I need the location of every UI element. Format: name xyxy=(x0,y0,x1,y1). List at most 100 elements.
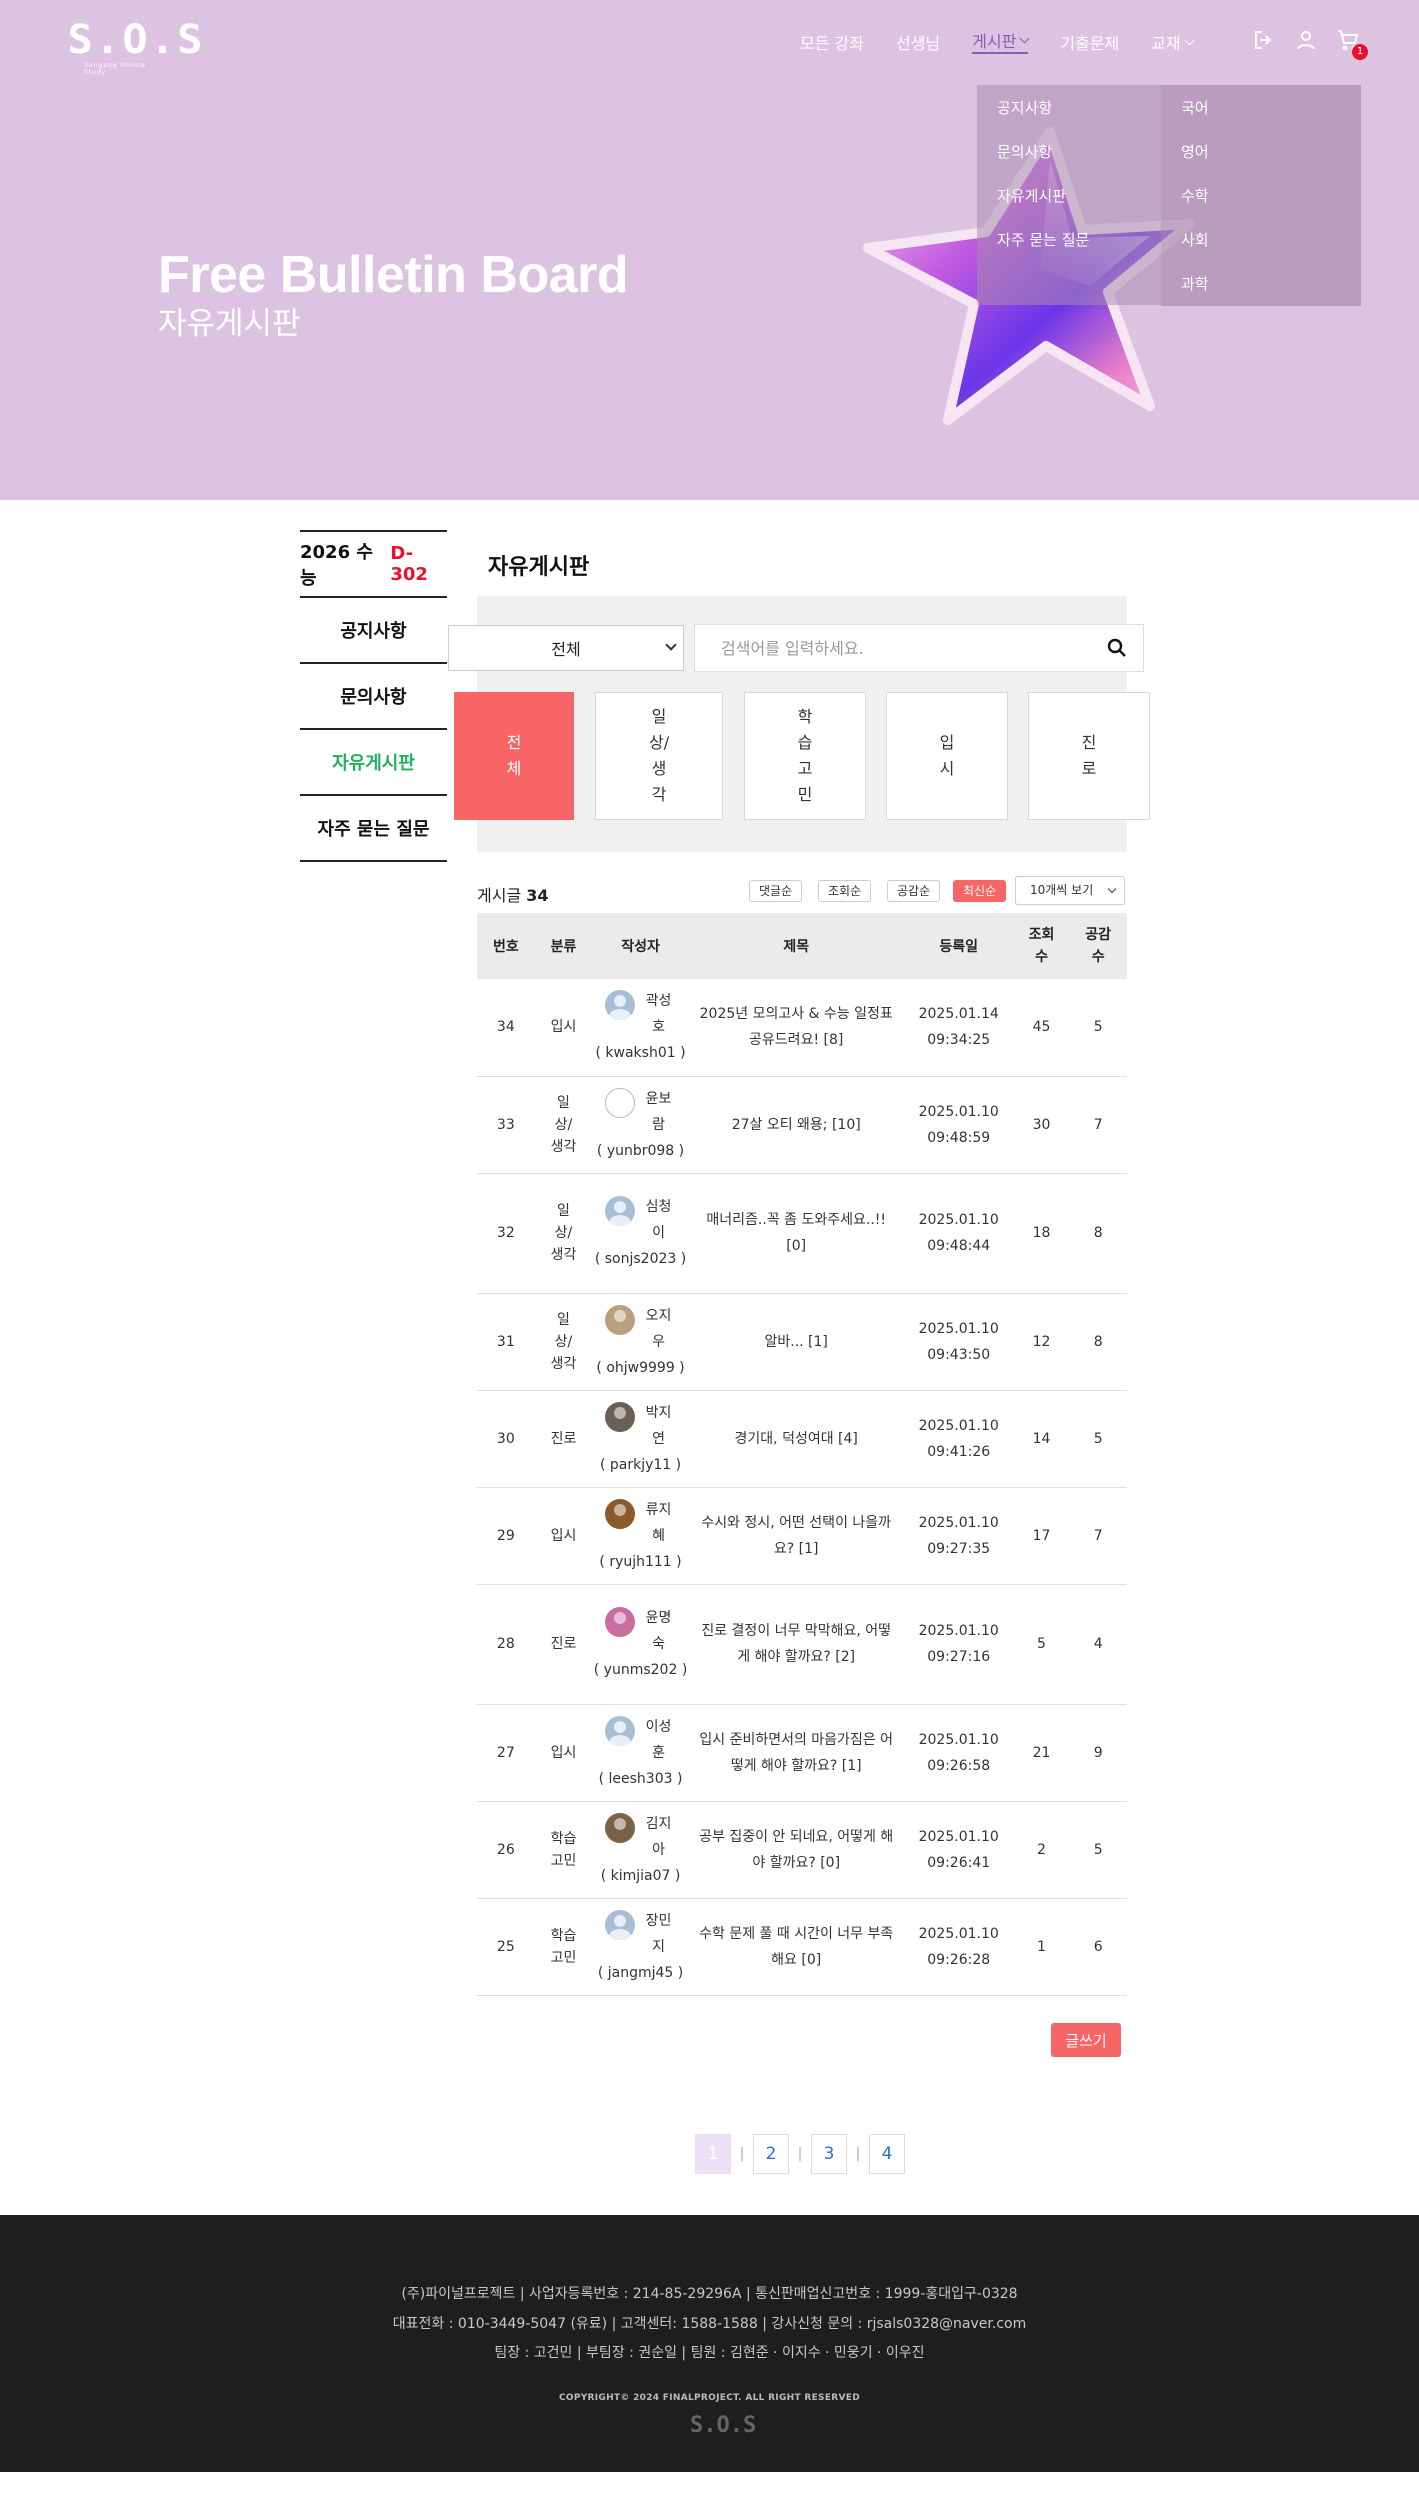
post-title-link[interactable]: 진로 결정이 너무 막막해요, 어떻게 해야 할까요? [2] xyxy=(688,1584,904,1705)
hero-subtitle: 자유게시판 xyxy=(158,306,301,342)
page-3-button[interactable]: 3 xyxy=(811,2134,847,2174)
table-row[interactable]: 32 일상/생각 심청이 ( sonjs2023 ) 매너리즘..꼭 좀 도와주세요..… xyxy=(477,1173,1127,1294)
main-nav: 모든 강좌 선생님 게시판 기출문제 교재 xyxy=(800,30,1225,54)
post-likes: 5 xyxy=(1069,1801,1127,1899)
post-author: 오지우 ( ohjw9999 ) xyxy=(592,1293,689,1391)
chevron-down-icon xyxy=(665,639,677,651)
footer-company-info: (주)파이널프로젝트 | 사업자등록번호 : 214-85-29296A | 통… xyxy=(401,2286,1018,2302)
table-row[interactable]: 29 입시 류지혜 ( ryujh111 ) 수시와 정시, 어떤 선택이 나을까요? … xyxy=(477,1487,1127,1585)
col-number: 번호 xyxy=(477,913,535,979)
post-category: 일상/생각 xyxy=(534,1293,593,1391)
dropdown-item-math[interactable]: 수학 xyxy=(1181,185,1209,206)
dropdown-item-korean[interactable]: 국어 xyxy=(1181,97,1209,118)
sidebar-item-inquiry[interactable]: 문의사항 xyxy=(300,662,447,728)
sort-by-latest[interactable]: 최신순 xyxy=(953,880,1007,902)
author-name: 이성훈 xyxy=(645,1718,672,1761)
author-id: ( yunms202 ) xyxy=(593,1662,688,1678)
user-icon[interactable] xyxy=(1294,28,1318,52)
sidebar-item-faq[interactable]: 자주 묻는 질문 xyxy=(300,794,447,860)
dropdown-item-social[interactable]: 사회 xyxy=(1181,229,1209,250)
nav-past-exams[interactable]: 기출문제 xyxy=(1060,30,1119,54)
dropdown-item-notice[interactable]: 공지사항 xyxy=(997,97,1052,118)
post-date: 2025.01.10 09:27:35 xyxy=(903,1487,1014,1585)
author-id: ( parkjy11 ) xyxy=(599,1456,682,1473)
category-all[interactable]: 전체 xyxy=(454,692,574,820)
post-views: 18 xyxy=(1013,1173,1070,1294)
footer-contact-info: 대표전화 : 010-3449-5047 (유료) | 고객센터: 1588-1… xyxy=(392,2316,1027,2332)
sort-by-views[interactable]: 조회순 xyxy=(818,880,872,902)
cart-icon[interactable]: 1 xyxy=(1336,28,1368,60)
sidebar-item-notice[interactable]: 공지사항 xyxy=(300,596,447,662)
category-daily-life[interactable]: 일상/생각 xyxy=(595,692,723,820)
avatar xyxy=(604,1715,635,1746)
sidebar-item-free-board[interactable]: 자유게시판 xyxy=(300,728,447,794)
avatar xyxy=(604,1498,635,1529)
dropdown-item-faq[interactable]: 자주 묻는 질문 xyxy=(997,229,1089,250)
page-1-button[interactable]: 1 xyxy=(695,2134,731,2174)
post-title-link[interactable]: 경기대, 덕성여대 [4] xyxy=(688,1390,904,1488)
table-row[interactable]: 30 진로 박지연 ( parkjy11 ) 경기대, 덕성여대 [4] 2025.01.… xyxy=(477,1390,1127,1488)
search-icon[interactable] xyxy=(1107,638,1127,658)
footer-team-info: 팀장 : 고건민 | 부팀장 : 권순일 | 팀원 : 김현준 · 이지수 · … xyxy=(494,2345,925,2361)
sort-by-likes[interactable]: 공감순 xyxy=(887,880,941,902)
page-4-button[interactable]: 4 xyxy=(869,2134,905,2174)
author-name: 오지우 xyxy=(645,1307,672,1350)
table-row[interactable]: 27 입시 이성훈 ( leesh303 ) 입시 준비하면서의 마음가짐은 어떻게 해… xyxy=(477,1704,1127,1802)
post-category: 진로 xyxy=(534,1390,593,1488)
nav-teachers[interactable]: 선생님 xyxy=(896,30,940,54)
post-title-link[interactable]: 2025년 모의고사 & 수능 일정표 공유드려요! [8] xyxy=(688,979,904,1077)
table-row[interactable]: 25 학습고민 장민지 ( jangmj45 ) 수학 문제 풀 때 시간이 너무 부족… xyxy=(477,1898,1127,1996)
author-name: 곽성호 xyxy=(645,993,672,1036)
post-title-link[interactable]: 입시 준비하면서의 마음가짐은 어떻게 해야 할까요? [1] xyxy=(688,1704,904,1802)
table-row[interactable]: 26 학습고민 김지아 ( kimjia07 ) 공부 집중이 안 되네요, 어떻게 해… xyxy=(477,1801,1127,1899)
post-title-link[interactable]: 수학 문제 풀 때 시간이 너무 부족해요 [0] xyxy=(688,1898,904,1996)
page-2-button[interactable]: 2 xyxy=(753,2134,789,2174)
post-views: 30 xyxy=(1013,1076,1070,1174)
post-number: 25 xyxy=(477,1898,535,1996)
logout-icon[interactable] xyxy=(1252,28,1276,52)
post-number: 31 xyxy=(477,1293,535,1391)
author-id: ( sonjs2023 ) xyxy=(594,1251,687,1267)
author-id: ( ohjw9999 ) xyxy=(596,1359,685,1376)
post-table: 번호 분류 작성자 제목 등록일 조회수 공감수 34 입시 곽성호( kwaksh… xyxy=(477,913,1127,1996)
nav-all-courses[interactable]: 모든 강좌 xyxy=(800,30,864,54)
post-title-link[interactable]: 알바... [1] xyxy=(688,1293,904,1391)
post-date: 2025.01.14 09:34:25 xyxy=(903,979,1014,1077)
per-page-select[interactable]: 10개씩 보기 xyxy=(1015,876,1125,905)
write-post-button[interactable]: 글쓰기 xyxy=(1051,2023,1121,2057)
post-title-link[interactable]: 27살 오티 왜용; [10] xyxy=(688,1076,904,1174)
col-date: 등록일 xyxy=(903,913,1014,979)
nav-board[interactable]: 게시판 xyxy=(972,30,1030,54)
search-scope-select[interactable]: 전체 xyxy=(448,625,684,671)
dropdown-item-inquiry[interactable]: 문의사항 xyxy=(997,141,1052,162)
page-title: 자유게시판 xyxy=(488,555,590,580)
page-separator: | xyxy=(855,2146,861,2162)
board-dropdown-menu: 공지사항 문의사항 자유게시판 자주 묻는 질문 xyxy=(977,85,1161,305)
category-study[interactable]: 학습고민 xyxy=(744,692,866,820)
nav-textbooks[interactable]: 교재 xyxy=(1151,30,1195,54)
post-title-link[interactable]: 수시와 정시, 어떤 선택이 나을까요? [1] xyxy=(688,1487,904,1585)
site-logo[interactable]: S.O.S Sungang Online Study xyxy=(68,18,203,76)
post-date: 2025.01.10 09:43:50 xyxy=(903,1293,1014,1391)
post-likes: 8 xyxy=(1069,1173,1127,1294)
table-row[interactable]: 34 입시 곽성호 ( kwaksh01 ) 2025년 모의고사 & 수능 일정표 공… xyxy=(477,979,1127,1077)
author-id: ( leesh303 ) xyxy=(598,1770,683,1787)
sort-by-comments[interactable]: 댓글순 xyxy=(749,880,803,902)
post-date: 2025.01.10 09:48:44 xyxy=(903,1173,1014,1294)
avatar xyxy=(604,1401,635,1432)
dropdown-item-science[interactable]: 과학 xyxy=(1181,273,1209,294)
table-row[interactable]: 33 일상/생각 윤보람 ( yunbr098 ) 27살 오티 왜용; [10] 202… xyxy=(477,1076,1127,1174)
post-category: 입시 xyxy=(534,1487,593,1585)
category-admission[interactable]: 입시 xyxy=(886,692,1008,820)
dropdown-item-english[interactable]: 영어 xyxy=(1181,141,1209,162)
dropdown-item-free-board[interactable]: 자유게시판 xyxy=(997,185,1066,206)
search-input[interactable] xyxy=(695,625,1075,671)
post-number: 27 xyxy=(477,1704,535,1802)
post-title-link[interactable]: 공부 집중이 안 되네요, 어떻게 해야 할까요? [0] xyxy=(688,1801,904,1899)
table-row[interactable]: 28 진로 윤명숙 ( yunms202 ) 진로 결정이 너무 막막해요, 어떻게 해… xyxy=(477,1584,1127,1705)
category-career[interactable]: 진로 xyxy=(1028,692,1150,820)
table-row[interactable]: 31 일상/생각 오지우 ( ohjw9999 ) 알바... [1] 2025.01.1… xyxy=(477,1293,1127,1391)
avatar xyxy=(604,1812,635,1843)
post-title-link[interactable]: 매너리즘..꼭 좀 도와주세요..!! [0] xyxy=(688,1173,904,1294)
author-name: 류지혜 xyxy=(645,1501,672,1544)
